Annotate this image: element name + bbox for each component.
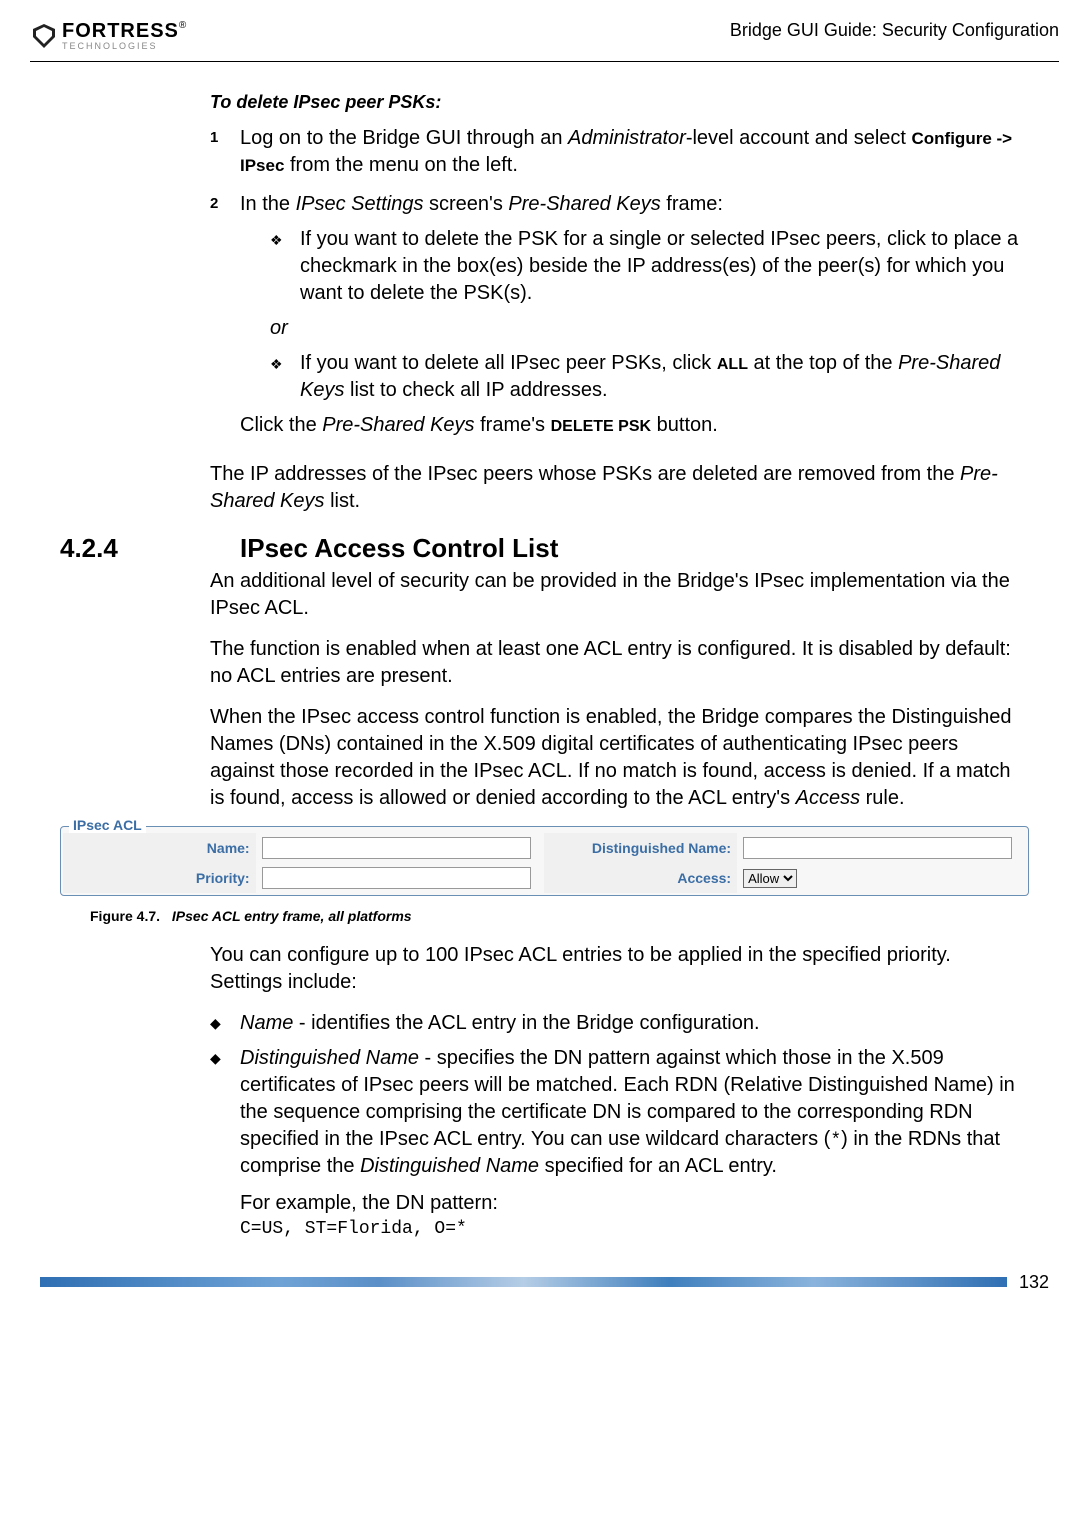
- page-footer: 132: [30, 1272, 1059, 1293]
- diamond-icon: ◆: [210, 1045, 240, 1242]
- step-number: 1: [210, 125, 240, 179]
- fieldset-legend: IPsec ACL: [69, 817, 146, 833]
- page-header: FORTRESS® TECHNOLOGIES Bridge GUI Guide:…: [30, 20, 1059, 51]
- priority-label: Priority:: [63, 863, 256, 893]
- ipsec-acl-figure: IPsec ACL Name: Distinguished Name: Prio…: [60, 826, 1029, 896]
- dn-example-code: C=US, ST=Florida, O=*: [240, 1217, 1019, 1241]
- sub-bullet-2: ❖ If you want to delete all IPsec peer P…: [270, 350, 1019, 404]
- or-text: or: [270, 315, 1019, 342]
- figure-text: IPsec ACL entry frame, all platforms: [172, 908, 412, 924]
- section-number: 4.2.4: [30, 533, 240, 564]
- bullet-icon: ❖: [270, 350, 300, 404]
- step-number: 2: [210, 191, 240, 449]
- header-rule: [30, 61, 1059, 62]
- dn-example-intro: For example, the DN pattern:: [240, 1190, 1019, 1217]
- doc-title: Bridge GUI Guide: Security Configuration: [730, 20, 1059, 41]
- ipsec-acl-fieldset: IPsec ACL Name: Distinguished Name: Prio…: [60, 826, 1029, 896]
- sub-bullet-text: If you want to delete all IPsec peer PSK…: [300, 350, 1019, 404]
- sub-bullet-1: ❖ If you want to delete the PSK for a si…: [270, 226, 1019, 307]
- logo-reg: ®: [179, 20, 186, 31]
- acl-para-1: An additional level of security can be p…: [210, 568, 1019, 622]
- click-line: Click the Pre-Shared Keys frame's DELETE…: [240, 412, 1019, 439]
- acl-para-2: The function is enabled when at least on…: [210, 636, 1019, 690]
- bullet-text: Distinguished Name - specifies the DN pa…: [240, 1045, 1019, 1242]
- acl-para-3: When the IPsec access control function i…: [210, 704, 1019, 812]
- footer-gradient: [40, 1277, 1007, 1287]
- figure-caption: Figure 4.7. IPsec ACL entry frame, all p…: [90, 908, 1059, 924]
- sub-bullet-text: If you want to delete the PSK for a sing…: [300, 226, 1019, 307]
- access-label: Access:: [544, 863, 737, 893]
- logo: FORTRESS® TECHNOLOGIES: [30, 20, 186, 51]
- section-heading: 4.2.4 IPsec Access Control List: [30, 533, 1059, 564]
- step-1: 1 Log on to the Bridge GUI through an Ad…: [210, 125, 1019, 179]
- result-paragraph: The IP addresses of the IPsec peers whos…: [210, 461, 1019, 515]
- logo-main-text: FORTRESS: [62, 20, 179, 42]
- figure-label: Figure 4.7.: [90, 908, 160, 924]
- after-figure-para: You can configure up to 100 IPsec ACL en…: [210, 942, 1019, 996]
- name-label: Name:: [63, 833, 256, 863]
- page-number: 132: [1019, 1272, 1049, 1293]
- priority-input[interactable]: [262, 867, 531, 889]
- shield-icon: [30, 22, 58, 50]
- bullet-icon: ❖: [270, 226, 300, 307]
- dn-input[interactable]: [743, 837, 1012, 859]
- diamond-icon: ◆: [210, 1010, 240, 1037]
- step-2: 2 In the IPsec Settings screen's Pre-Sha…: [210, 191, 1019, 449]
- access-select[interactable]: Allow: [743, 869, 797, 888]
- bullet-dn: ◆ Distinguished Name - specifies the DN …: [210, 1045, 1019, 1242]
- step-body: In the IPsec Settings screen's Pre-Share…: [240, 191, 1019, 449]
- delete-psk-heading: To delete IPsec peer PSKs:: [210, 92, 1019, 113]
- section-title: IPsec Access Control List: [240, 533, 558, 564]
- step-body: Log on to the Bridge GUI through an Admi…: [240, 125, 1019, 179]
- dn-label: Distinguished Name:: [544, 833, 737, 863]
- bullet-name: ◆ Name - identifies the ACL entry in the…: [210, 1010, 1019, 1037]
- bullet-text: Name - identifies the ACL entry in the B…: [240, 1010, 760, 1037]
- name-input[interactable]: [262, 837, 531, 859]
